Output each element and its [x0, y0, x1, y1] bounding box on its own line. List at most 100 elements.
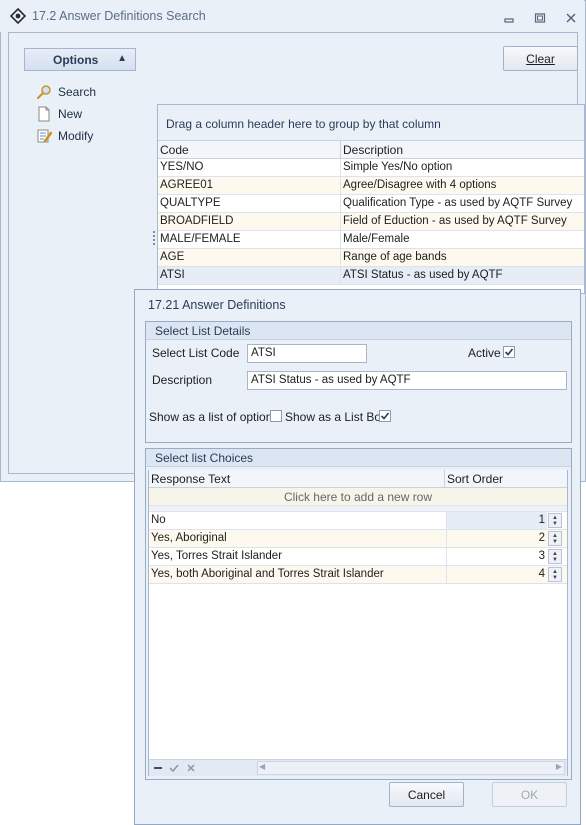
add-new-row[interactable]: Click here to add a new row: [149, 488, 567, 506]
sort-order-cell[interactable]: 2: [446, 530, 547, 547]
clear-label: Clear: [526, 51, 555, 66]
cell-code: AGE: [158, 249, 341, 266]
scroll-left-icon[interactable]: ◀: [259, 762, 265, 771]
group-by-area[interactable]: Drag a column header here to group by th…: [158, 105, 584, 140]
cell-code: MALE/FEMALE: [158, 231, 341, 248]
cell-code: ATSI: [158, 267, 341, 284]
cell-description: ATSI Status - as used by AQTF: [343, 269, 503, 281]
remove-row-icon[interactable]: [153, 763, 163, 773]
close-button[interactable]: [560, 9, 582, 27]
modify-icon: [37, 129, 52, 143]
spin-down-icon[interactable]: ▼: [552, 575, 558, 581]
sidebar-item-label: Search: [58, 85, 97, 99]
table-row[interactable]: BROADFIELD Field of Eduction - as used b…: [158, 213, 584, 231]
code-field[interactable]: ATSI: [247, 344, 367, 363]
description-field[interactable]: ATSI Status - as used by AQTF: [247, 371, 567, 390]
maximize-button[interactable]: [529, 9, 551, 27]
choice-row[interactable]: Yes, Aboriginal 2 ▲ ▼: [149, 530, 567, 548]
dialog-title: 17.21 Answer Definitions: [148, 298, 286, 312]
spin-down-icon[interactable]: ▼: [552, 521, 558, 527]
confirm-edit-icon[interactable]: [169, 763, 179, 773]
sort-order-cell[interactable]: 1: [446, 512, 547, 529]
cell-description: Range of age bands: [343, 251, 447, 263]
checkmark-icon: [380, 412, 390, 420]
sidebar-item-label: Modify: [58, 129, 94, 143]
list-options-label: Show as a list of options: [149, 410, 279, 424]
chevron-up-icon: ▲: [117, 53, 127, 64]
group-title: Select List Details: [155, 324, 251, 338]
horizontal-scrollbar[interactable]: ◀ ▶: [257, 761, 565, 775]
list-options-checkbox[interactable]: [270, 410, 282, 422]
sort-order-cell[interactable]: 3: [446, 548, 547, 565]
app-logo-icon: [10, 8, 26, 24]
choices-grid-header: Response Text Sort Order: [149, 470, 567, 488]
splitter-grip[interactable]: [153, 231, 156, 245]
cell-code: AGREE01: [158, 177, 341, 194]
choice-row[interactable]: Yes, Torres Strait Islander 3 ▲ ▼: [149, 548, 567, 566]
spin-down-icon[interactable]: ▼: [552, 557, 558, 563]
options-label: Options: [53, 52, 99, 67]
column-header-description[interactable]: Description: [341, 141, 584, 159]
ok-button[interactable]: OK: [492, 782, 567, 807]
search-icon: [36, 85, 51, 100]
list-box-label: Show as a List Box: [285, 410, 388, 424]
response-text-cell: No: [151, 514, 166, 526]
choice-row[interactable]: No 1 ▲ ▼: [149, 512, 567, 530]
sort-order-spinner[interactable]: ▲ ▼: [548, 549, 562, 564]
active-label: Active: [468, 346, 501, 360]
sidebar-item-modify[interactable]: Modify: [36, 127, 93, 145]
scroll-right-icon[interactable]: ▶: [556, 762, 562, 771]
choice-row[interactable]: Yes, both Aboriginal and Torres Strait I…: [149, 566, 567, 584]
table-row[interactable]: AGREE01 Agree/Disagree with 4 options: [158, 177, 584, 195]
table-row-selected[interactable]: ATSI ATSI Status - as used by AQTF: [158, 267, 584, 285]
column-header-code[interactable]: Code: [158, 141, 341, 159]
grid-navigator: ◀ ▶: [149, 759, 567, 776]
sort-order-spinner[interactable]: ▲ ▼: [548, 513, 562, 528]
spin-down-icon[interactable]: ▼: [552, 539, 558, 545]
list-details-header: Select List Details: [146, 322, 571, 340]
group-title: Select list Choices: [155, 451, 254, 465]
active-checkbox[interactable]: [503, 346, 515, 358]
sort-order-cell[interactable]: 4: [446, 566, 547, 583]
new-document-icon: [38, 106, 50, 122]
response-text-cell: Yes, Torres Strait Islander: [151, 550, 283, 562]
sort-order-spinner[interactable]: ▲ ▼: [548, 531, 562, 546]
response-text-cell: Yes, both Aboriginal and Torres Strait I…: [151, 568, 384, 580]
column-header-sort-order[interactable]: Sort Order: [445, 470, 567, 488]
list-choices-header: Select list Choices: [146, 449, 571, 467]
window-title: 17.2 Answer Definitions Search: [32, 9, 206, 23]
checkmark-icon: [504, 348, 514, 356]
search-window-titlebar[interactable]: 17.2 Answer Definitions Search: [0, 0, 584, 32]
sort-order-spinner[interactable]: ▲ ▼: [548, 567, 562, 582]
clear-button[interactable]: Clear: [503, 46, 578, 71]
cell-code: BROADFIELD: [158, 213, 341, 230]
cell-description: Field of Eduction - as used by AQTF Surv…: [343, 215, 567, 227]
minimize-icon: [504, 18, 514, 23]
cell-description: Agree/Disagree with 4 options: [343, 179, 497, 191]
cancel-button[interactable]: Cancel: [389, 782, 464, 807]
table-row[interactable]: AGE Range of age bands: [158, 249, 584, 267]
list-box-checkbox[interactable]: [379, 410, 391, 422]
cell-description: Simple Yes/No option: [343, 161, 453, 173]
cell-code: YES/NO: [158, 159, 341, 176]
table-row[interactable]: YES/NO Simple Yes/No option: [158, 159, 584, 177]
sidebar-item-new[interactable]: New: [36, 105, 82, 123]
minimize-button[interactable]: [498, 9, 520, 27]
cell-description: Qualification Type - as used by AQTF Sur…: [343, 197, 573, 209]
table-row[interactable]: MALE/FEMALE Male/Female: [158, 231, 584, 249]
restore-icon: [534, 13, 546, 23]
sidebar-item-search[interactable]: Search: [36, 83, 96, 101]
table-row[interactable]: QUALTYPE Qualification Type - as used by…: [158, 195, 584, 213]
cell-description: Male/Female: [343, 233, 410, 245]
cancel-edit-icon[interactable]: [186, 763, 196, 773]
grid-header: Code Description: [158, 140, 584, 159]
group-by-hint: Drag a column header here to group by th…: [166, 117, 441, 131]
sidebar-item-label: New: [58, 107, 83, 121]
column-header-response-text[interactable]: Response Text: [149, 470, 445, 488]
description-label: Description: [152, 373, 213, 387]
cell-code: QUALTYPE: [158, 195, 341, 212]
response-text-cell: Yes, Aboriginal: [151, 532, 227, 544]
code-label: Select List Code: [152, 346, 240, 360]
close-icon: [566, 13, 576, 23]
options-collapse-button[interactable]: Options ▲: [24, 48, 136, 71]
